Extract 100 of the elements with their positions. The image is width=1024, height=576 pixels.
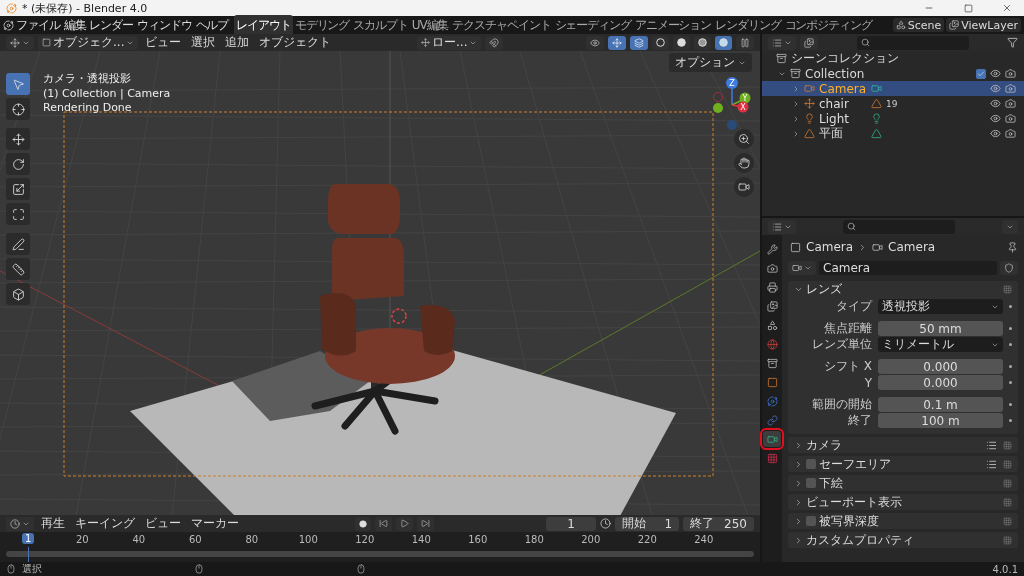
panel-header[interactable]: ビューポート表示 [788, 494, 1018, 510]
workspace-tab[interactable]: レンダリング [713, 14, 783, 36]
include-checkbox[interactable] [976, 68, 986, 79]
outliner-row[interactable]: Camera [762, 81, 1024, 96]
outliner-item[interactable]: Collection [805, 66, 865, 81]
panel-header[interactable]: セーフエリア [788, 456, 1018, 472]
view-menu-item[interactable]: ビュー [142, 34, 185, 51]
outliner-item[interactable]: シーンコレクション [791, 50, 899, 67]
workspace-tab[interactable]: アニメーション [632, 14, 714, 36]
rotate-tool[interactable] [6, 153, 30, 175]
outliner-row[interactable]: Light [762, 111, 1024, 126]
orientation-dropdown[interactable]: ロー... [417, 35, 482, 50]
properties-tab[interactable] [763, 431, 781, 447]
measure-tool[interactable] [6, 258, 30, 280]
keyframe-dot[interactable] [1009, 403, 1012, 406]
jump-start-button[interactable] [374, 516, 392, 531]
panel-header[interactable]: レンズ [788, 281, 1018, 297]
shading-mode-button[interactable] [652, 35, 669, 50]
overlay-button[interactable] [630, 35, 648, 50]
search-field[interactable] [843, 219, 955, 234]
datablock-browse-button[interactable] [788, 261, 816, 275]
workspace-tab[interactable]: コンポジティング [782, 14, 874, 36]
keyframe-dot[interactable] [1009, 305, 1012, 308]
view-menu-item[interactable]: 選択 [188, 34, 219, 51]
timeline-menu-item[interactable]: マーカー [188, 515, 242, 532]
view-layer-selector[interactable]: ViewLayer [946, 18, 1021, 32]
select-tool[interactable] [6, 73, 30, 95]
shading-mode-button[interactable] [694, 35, 711, 50]
pan-button[interactable] [734, 153, 754, 173]
menu-item[interactable]: ウィンドウ [135, 16, 194, 34]
keyframe-dot[interactable] [1009, 419, 1012, 422]
number-field[interactable]: 0.1 m [878, 397, 1003, 412]
view-menu-item[interactable]: オブジェクト [256, 34, 335, 51]
panel-header[interactable]: 下絵 [788, 475, 1018, 491]
jump-end-button[interactable] [416, 516, 434, 531]
shading-mode-button[interactable] [715, 35, 732, 50]
number-field[interactable]: 100 m [878, 413, 1003, 428]
datablock-name-field[interactable]: Camera [819, 261, 997, 275]
menu-item[interactable]: ヘルプ [193, 16, 231, 34]
editor-type-button[interactable] [6, 516, 34, 531]
move-tool[interactable] [6, 128, 30, 150]
scale-tool[interactable] [6, 178, 30, 200]
annotate-tool[interactable] [6, 233, 30, 255]
outliner-row[interactable]: 平面 [762, 126, 1024, 141]
options-dropdown[interactable]: オプション [669, 53, 752, 72]
keyframe-dot[interactable] [1009, 343, 1012, 346]
pause-button[interactable] [736, 35, 754, 50]
panel-header[interactable]: カメラ [788, 437, 1018, 453]
timeline-menu-item[interactable]: 再生 [38, 515, 68, 532]
outliner-row[interactable]: chair 19 [762, 96, 1024, 111]
shading-mode-button[interactable] [673, 35, 690, 50]
menu-item[interactable]: レンダー [87, 16, 136, 34]
editor-type-button[interactable] [6, 35, 34, 50]
snap-button[interactable] [485, 35, 504, 50]
start-frame-field[interactable]: 開始 1 [615, 516, 680, 531]
number-field[interactable]: 0.000 [878, 359, 1003, 374]
timeline-menu-item[interactable]: キーイング [72, 515, 138, 532]
record-button[interactable] [354, 516, 371, 531]
editor-type-button[interactable] [768, 219, 796, 234]
camera-view-button[interactable] [734, 177, 754, 197]
scene-selector[interactable]: Scene [892, 18, 945, 32]
workspace-tab[interactable]: モデリング [292, 14, 352, 36]
zoom-button[interactable] [734, 129, 754, 149]
workspace-tab[interactable]: スカルプト [351, 14, 410, 36]
panel-checkbox[interactable] [806, 459, 816, 469]
end-frame-field[interactable]: 終了 250 [683, 516, 754, 531]
timeline-menu-item[interactable]: ビュー [142, 515, 184, 532]
menu-item[interactable]: ファイル [14, 16, 62, 34]
move-icon [11, 132, 25, 146]
dropdown-field[interactable]: 透視投影 [878, 299, 1003, 314]
dropdown-field[interactable]: ミリメートル [878, 337, 1003, 352]
transform-tool[interactable] [6, 203, 30, 225]
mode-dropdown[interactable]: オブジェク... [38, 35, 139, 50]
gizmo-button[interactable] [608, 35, 626, 50]
playhead[interactable]: 1 [22, 533, 35, 544]
display-mode-button[interactable] [768, 35, 796, 50]
add-cube-tool[interactable] [6, 283, 30, 305]
cursor-tool[interactable] [6, 98, 30, 120]
menu-item[interactable]: 編集 [61, 16, 88, 34]
current-frame-field[interactable]: 1 [546, 516, 597, 531]
view-menu-item[interactable]: 追加 [222, 34, 253, 51]
axis-gizmo[interactable]: Z Y X [712, 75, 752, 135]
workspace-tab[interactable]: テクスチャペイント [450, 14, 553, 36]
scrollbar[interactable] [6, 551, 754, 557]
visibility-button[interactable] [586, 35, 604, 50]
panel-checkbox[interactable] [806, 478, 816, 488]
play-button[interactable] [395, 516, 413, 531]
workspace-tab[interactable]: シェーディング [552, 14, 633, 36]
search-field[interactable] [856, 35, 969, 50]
keyframe-dot[interactable] [1009, 365, 1012, 368]
workspace-tab[interactable]: UV編集 [409, 14, 451, 36]
number-field[interactable]: 50 mm [878, 321, 1003, 336]
panel-header[interactable]: カスタムプロパティ [788, 532, 1018, 548]
number-field[interactable]: 0.000 [878, 375, 1003, 390]
keyframe-dot[interactable] [1009, 381, 1012, 384]
panel-header[interactable]: 被写界深度 [788, 513, 1018, 529]
fake-user-button[interactable] [1000, 261, 1018, 275]
filter-mode-button[interactable] [800, 35, 818, 50]
panel-checkbox[interactable] [806, 516, 816, 526]
keyframe-dot[interactable] [1009, 327, 1012, 330]
